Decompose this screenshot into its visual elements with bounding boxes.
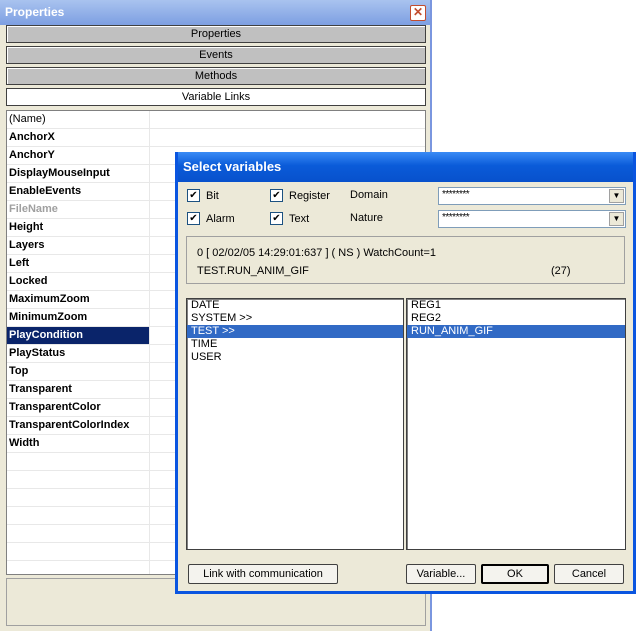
bit-label: Bit <box>206 189 219 202</box>
register-label: Register <box>289 189 330 202</box>
empty-name-cell <box>7 471 150 488</box>
tab-methods[interactable]: Methods <box>6 67 426 85</box>
text-check-icon: ✔ <box>270 212 283 225</box>
property-name[interactable]: Locked <box>7 273 150 290</box>
cancel-button[interactable]: Cancel <box>554 564 624 584</box>
alarm-label: Alarm <box>206 212 235 225</box>
properties-title-bar[interactable]: Properties <box>0 0 430 25</box>
properties-title: Properties <box>5 5 65 19</box>
property-name[interactable]: MinimumZoom <box>7 309 150 326</box>
variable-full-name: TEST.RUN_ANIM_GIF <box>197 265 309 277</box>
property-name[interactable]: DisplayMouseInput <box>7 165 150 182</box>
property-name[interactable]: Layers <box>7 237 150 254</box>
property-name[interactable]: AnchorX <box>7 129 150 146</box>
property-name[interactable]: PlayCondition <box>7 327 150 344</box>
tab-events[interactable]: Events <box>6 46 426 64</box>
property-name[interactable]: EnableEvents <box>7 183 150 200</box>
bit-check-icon: ✔ <box>187 189 200 202</box>
nature-select[interactable]: ******** ▼ <box>438 210 626 228</box>
domain-label: Domain <box>350 189 388 201</box>
variable-list-item[interactable]: REG2 <box>407 312 625 325</box>
domain-list-item[interactable]: SYSTEM >> <box>187 312 403 325</box>
domain-select[interactable]: ******** ▼ <box>438 187 626 205</box>
empty-name-cell <box>7 561 150 574</box>
alarm-checkbox[interactable]: ✔ Alarm <box>187 212 235 225</box>
empty-name-cell <box>7 489 150 506</box>
property-name[interactable]: Height <box>7 219 150 236</box>
alarm-check-icon: ✔ <box>187 212 200 225</box>
bit-checkbox[interactable]: ✔ Bit <box>187 189 219 202</box>
property-row[interactable]: (Name) <box>7 111 425 129</box>
empty-name-cell <box>7 507 150 524</box>
text-label: Text <box>289 212 310 225</box>
domain-list-item[interactable]: DATE <box>187 299 403 312</box>
property-row[interactable]: AnchorX <box>7 129 425 147</box>
property-name[interactable]: Transparent <box>7 381 150 398</box>
domain-tree-list[interactable]: DATE SYSTEM >> TEST >> TIME USER <box>186 298 404 550</box>
variable-list-item[interactable]: REG1 <box>407 299 625 312</box>
property-name[interactable]: Left <box>7 255 150 272</box>
property-name[interactable]: FileName <box>7 201 150 218</box>
property-name[interactable]: (Name) <box>7 111 150 128</box>
chevron-down-icon[interactable]: ▼ <box>609 189 624 203</box>
domain-list-item[interactable]: USER <box>187 351 403 364</box>
empty-name-cell <box>7 525 150 542</box>
select-variables-dialog: Select variables ✔ Bit ✔ Register Domain… <box>175 152 636 594</box>
text-checkbox[interactable]: ✔ Text <box>270 212 309 225</box>
property-value[interactable] <box>148 111 425 128</box>
register-check-icon: ✔ <box>270 189 283 202</box>
variable-list[interactable]: REG1 REG2 RUN_ANIM_GIF <box>406 298 626 550</box>
tab-variable-links[interactable]: Variable Links <box>6 88 426 106</box>
ok-button[interactable]: OK <box>481 564 549 584</box>
property-name[interactable]: PlayStatus <box>7 345 150 362</box>
property-name[interactable]: MaximumZoom <box>7 291 150 308</box>
property-name[interactable]: TransparentColor <box>7 399 150 416</box>
close-icon[interactable]: ✕ <box>410 5 426 21</box>
chevron-down-icon[interactable]: ▼ <box>609 212 624 226</box>
property-value[interactable] <box>148 129 425 146</box>
empty-name-cell <box>7 453 150 470</box>
property-name[interactable]: Top <box>7 363 150 380</box>
empty-name-cell <box>7 543 150 560</box>
nature-label: Nature <box>350 212 384 224</box>
domain-list-item[interactable]: TIME <box>187 338 403 351</box>
register-checkbox[interactable]: ✔ Register <box>270 189 330 202</box>
dialog-title: Select variables <box>183 159 282 174</box>
tab-properties[interactable]: Properties <box>6 25 426 43</box>
variable-count: (27) <box>551 265 571 277</box>
domain-list-item[interactable]: TEST >> <box>187 325 403 338</box>
dialog-title-bar[interactable]: Select variables <box>178 152 633 182</box>
property-name[interactable]: AnchorY <box>7 147 150 164</box>
property-name[interactable]: Width <box>7 435 150 452</box>
variable-list-item[interactable]: RUN_ANIM_GIF <box>407 325 625 338</box>
variable-info-panel: 0 [ 02/02/05 14:29:01:637 ] ( NS ) Watch… <box>186 236 625 284</box>
variable-button[interactable]: Variable... <box>406 564 476 584</box>
link-with-communication-button[interactable]: Link with communication <box>188 564 338 584</box>
variable-status-text: 0 [ 02/02/05 14:29:01:637 ] ( NS ) Watch… <box>197 247 436 259</box>
property-name[interactable]: TransparentColorIndex <box>7 417 150 434</box>
nature-value: ******** <box>442 212 470 223</box>
domain-value: ******** <box>442 189 470 200</box>
